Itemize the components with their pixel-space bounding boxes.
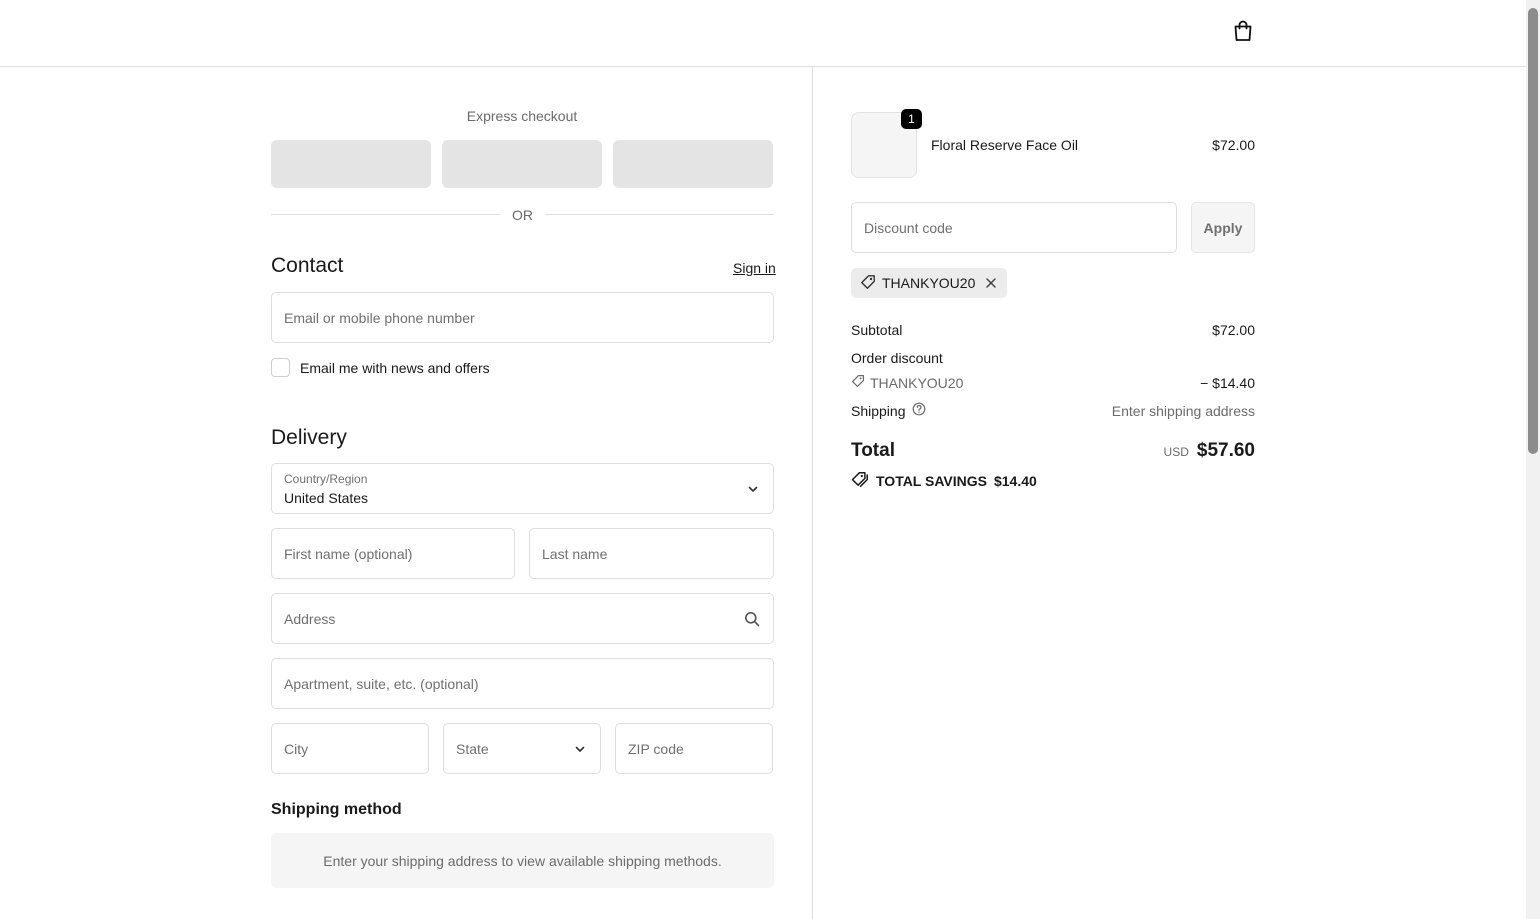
total-amount-group: USD $57.60 xyxy=(1164,440,1255,462)
product-name: Floral Reserve Face Oil xyxy=(931,137,1079,153)
cart-button[interactable] xyxy=(1229,19,1257,47)
chevron-down-icon xyxy=(574,742,586,760)
applied-discount-code: THANKYOU20 xyxy=(882,275,976,291)
or-divider-text: OR xyxy=(512,207,533,223)
shipping-label: Shipping xyxy=(851,402,906,419)
quantity-badge: 1 xyxy=(901,109,922,129)
subtotal-label: Subtotal xyxy=(851,322,903,338)
email-input[interactable] xyxy=(272,293,773,342)
zip-field[interactable] xyxy=(615,723,773,774)
total-savings-label: TOTAL SAVINGS xyxy=(876,472,987,489)
last-name-input[interactable] xyxy=(530,529,773,578)
remove-discount-close-icon[interactable] xyxy=(985,277,997,289)
country-select[interactable]: Country/Region United States xyxy=(271,463,774,514)
scrollbar-thumb[interactable] xyxy=(1528,8,1538,454)
delivery-title: Delivery xyxy=(271,426,347,449)
state-select-placeholder: State xyxy=(456,741,489,757)
shipping-row: Shipping Enter shipping address xyxy=(851,402,1255,419)
order-discount-row: Order discount xyxy=(851,350,1255,366)
shopping-bag-icon xyxy=(1233,20,1253,47)
news-offers-checkbox[interactable] xyxy=(271,358,290,377)
contact-title: Contact xyxy=(271,254,344,277)
first-name-field[interactable] xyxy=(271,528,515,579)
tags-icon xyxy=(851,471,869,490)
news-offers-row[interactable]: Email me with news and offers xyxy=(271,358,490,377)
country-select-label: Country/Region xyxy=(284,472,368,486)
email-field[interactable] xyxy=(271,292,774,343)
total-savings: TOTAL SAVINGS $14.40 xyxy=(851,471,1037,490)
first-name-input[interactable] xyxy=(272,529,514,578)
shipping-method-title: Shipping method xyxy=(271,801,402,818)
shipping-value: Enter shipping address xyxy=(1111,402,1255,419)
order-discount-label: Order discount xyxy=(851,350,943,366)
tag-icon xyxy=(851,374,865,391)
help-circle-icon[interactable] xyxy=(912,402,926,419)
discount-value: − $14.40 xyxy=(1200,374,1255,391)
shipping-method-notice: Enter your shipping address to view avai… xyxy=(271,833,774,888)
search-icon xyxy=(744,611,760,632)
state-select[interactable]: State xyxy=(443,723,601,774)
total-label: Total xyxy=(851,440,895,461)
page-scrollbar[interactable] xyxy=(1526,0,1540,919)
discount-code-input[interactable] xyxy=(852,203,1176,252)
product-price: $72.00 xyxy=(1212,137,1255,153)
discount-code-name: THANKYOU20 xyxy=(870,374,964,391)
total-row: Total USD $57.60 xyxy=(851,440,1255,462)
city-field[interactable] xyxy=(271,723,429,774)
country-select-value: United States xyxy=(284,490,369,506)
or-divider-left xyxy=(271,214,500,215)
apartment-field[interactable] xyxy=(271,658,774,709)
total-savings-value: $14.40 xyxy=(993,472,1037,489)
express-pay-button-3[interactable] xyxy=(613,140,773,188)
currency-code: USD xyxy=(1163,445,1189,459)
express-pay-button-1[interactable] xyxy=(271,140,431,188)
tag-icon xyxy=(860,274,876,293)
apply-discount-button[interactable]: Apply xyxy=(1191,202,1255,253)
subtotal-value: $72.00 xyxy=(1212,322,1255,338)
discount-code-info: THANKYOU20 xyxy=(851,374,963,391)
or-divider-right xyxy=(545,214,774,215)
sign-in-link[interactable]: Sign in xyxy=(733,260,776,276)
applied-discount-chip: THANKYOU20 xyxy=(851,268,1008,298)
total-amount: $57.60 xyxy=(1196,440,1255,461)
express-pay-button-2[interactable] xyxy=(442,140,602,188)
address-field[interactable] xyxy=(271,593,774,644)
discount-code-row: THANKYOU20 − $14.40 xyxy=(851,374,1255,391)
express-checkout-label: Express checkout xyxy=(466,108,578,124)
shipping-label-group: Shipping xyxy=(851,402,926,419)
chevron-down-icon xyxy=(747,482,759,500)
checkout-header xyxy=(0,0,1526,67)
subtotal-row: Subtotal $72.00 xyxy=(851,322,1255,338)
zip-input[interactable] xyxy=(616,724,772,773)
apartment-input[interactable] xyxy=(272,659,773,708)
column-divider xyxy=(812,67,813,919)
news-offers-label: Email me with news and offers xyxy=(300,359,490,376)
city-input[interactable] xyxy=(272,724,428,773)
last-name-field[interactable] xyxy=(529,528,774,579)
discount-code-field[interactable] xyxy=(851,202,1177,253)
address-input[interactable] xyxy=(272,594,773,643)
